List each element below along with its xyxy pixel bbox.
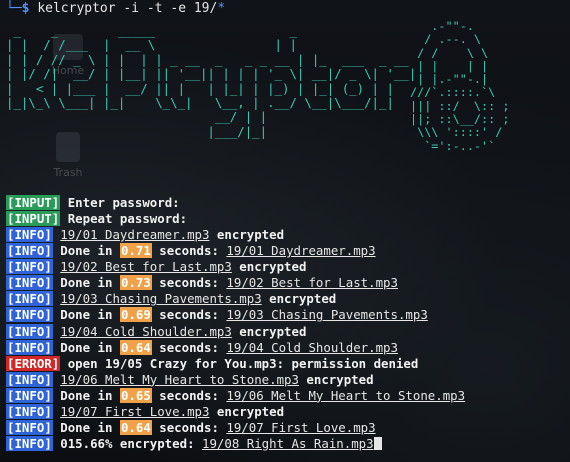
log-message: encrypted <box>231 323 307 339</box>
info-tag: [INFO] <box>6 435 53 451</box>
info-tag: [INFO] <box>6 275 53 291</box>
info-tag: [INFO] <box>6 291 53 307</box>
file-path: 19/07 First Love.mp3 <box>226 419 376 435</box>
file-path: 19/06 Melt My Heart to Stone.mp3 <box>226 387 466 403</box>
log-line: [INFO] 19/04 Cold Shoulder.mp3 encrypted <box>6 323 566 340</box>
error-tag: [ERROR] <box>6 355 61 371</box>
prompt-corner: └─ <box>6 1 22 16</box>
log-line: [INFO] Done in 0.71 seconds: 19/01 Daydr… <box>6 243 566 259</box>
log-line: [INFO] 19/01 Daydreamer.mp3 encrypted <box>6 227 566 243</box>
elapsed-seconds: 0.73 <box>119 275 152 291</box>
log-message: Repeat password: <box>67 211 188 227</box>
log-message: Done in <box>60 419 120 435</box>
log-message: seconds: <box>151 307 227 323</box>
info-tag: [INFO] <box>6 339 53 355</box>
log-message: seconds: <box>151 387 227 403</box>
info-tag: [INFO] <box>6 387 53 403</box>
file-path: 19/01 Daydreamer.mp3 <box>226 243 376 259</box>
elapsed-seconds: 0.69 <box>119 307 152 323</box>
elapsed-seconds: 0.71 <box>119 243 152 259</box>
log-message: encrypted <box>261 291 337 307</box>
log-message: 015.66% encrypted: <box>60 435 202 451</box>
info-tag: [INFO] <box>6 403 53 419</box>
log-line: [INFO] Done in 0.65 seconds: 19/06 Melt … <box>6 387 566 404</box>
file-path: 19/04 Cold Shoulder.mp3 <box>60 323 232 339</box>
log-message: seconds: <box>151 339 227 355</box>
file-path: 19/03 Chasing Pavements.mp3 <box>226 307 428 323</box>
info-tag: [INFO] <box>6 419 53 435</box>
log-line: [ERROR] open 19/05 Crazy for You.mp3: pe… <box>6 355 566 372</box>
file-path: 19/07 First Love.mp3 <box>60 403 210 419</box>
elapsed-seconds: 0.65 <box>119 387 152 403</box>
kelcryptor-ascii-banner: _ _ _____ _ | | / /___ | __ \ | | | | / … <box>6 23 417 139</box>
info-tag: [INFO] <box>6 243 53 259</box>
padlock-ascii-art: .-""-. / .--. \ / / \ \ | | | | | |.-""-… <box>410 19 510 153</box>
file-path: 19/02 Best for Last.mp3 <box>60 259 232 275</box>
info-tag: [INFO] <box>6 227 53 243</box>
file-path: 19/02 Best for Last.mp3 <box>226 275 398 291</box>
command-name: kelcryptor <box>37 1 116 16</box>
log-line: [INFO] 19/03 Chasing Pavements.mp3 encry… <box>6 291 566 307</box>
terminal-cursor <box>373 436 382 450</box>
log-line: [INFO] 19/07 First Love.mp3 encrypted <box>6 403 566 420</box>
terminal-window[interactable]: └─$ kelcryptor -i -t -e 19/* _ _ _____ _… <box>0 0 570 462</box>
log-message: Enter password: <box>67 195 180 210</box>
log-message: Done in <box>60 243 120 259</box>
file-path: 19/06 Melt My Heart to Stone.mp3 <box>60 371 299 387</box>
log-line: [INFO] Done in 0.64 seconds: 19/07 First… <box>6 419 566 436</box>
file-path: 19/08 Right As Rain.mp3 <box>202 435 374 451</box>
log-line: [INFO] 015.66% encrypted: 19/08 Right As… <box>6 435 566 452</box>
log-message: Done in <box>60 307 120 323</box>
log-message: Done in <box>60 275 120 291</box>
input-tag: [INPUT] <box>6 211 61 227</box>
log-message: Done in <box>60 387 120 403</box>
elapsed-seconds: 0.64 <box>119 419 152 435</box>
log-message: Done in <box>60 339 120 355</box>
terminal-output-log: [INPUT] Enter password: [INPUT] Repeat pa… <box>6 195 566 452</box>
log-message: encrypted <box>231 259 307 275</box>
log-line: [INFO] Done in 0.69 seconds: 19/03 Chasi… <box>6 307 566 323</box>
file-path: 19/01 Daydreamer.mp3 <box>60 227 210 243</box>
log-line: [INFO] 19/02 Best for Last.mp3 encrypted <box>6 259 566 275</box>
log-message: encrypted <box>298 371 374 387</box>
log-message: encrypted <box>209 227 285 243</box>
input-tag: [INPUT] <box>6 195 61 210</box>
log-line: [INFO] 19/06 Melt My Heart to Stone.mp3 … <box>6 371 566 388</box>
log-message: encrypted <box>209 403 285 419</box>
log-line: [INFO] Done in 0.64 seconds: 19/04 Cold … <box>6 339 566 356</box>
info-tag: [INFO] <box>6 323 53 339</box>
log-message: seconds: <box>151 275 227 291</box>
file-path: 19/03 Chasing Pavements.mp3 <box>60 291 262 307</box>
log-message: seconds: <box>151 243 227 259</box>
log-line: [INPUT] Repeat password: <box>6 211 566 227</box>
file-path: 19/04 Cold Shoulder.mp3 <box>226 339 398 355</box>
log-message: open 19/05 Crazy for You.mp3: permission… <box>67 355 419 371</box>
elapsed-seconds: 0.64 <box>119 339 152 355</box>
info-tag: [INFO] <box>6 371 53 387</box>
command-prompt-line: └─$ kelcryptor -i -t -e 19/* <box>6 0 225 18</box>
info-tag: [INFO] <box>6 307 53 323</box>
log-line: [INFO] Done in 0.73 seconds: 19/02 Best … <box>6 275 566 291</box>
prompt-symbol: $ <box>21 1 30 16</box>
command-arguments: -i -t -e 19/ <box>115 1 218 16</box>
info-tag: [INFO] <box>6 259 53 275</box>
log-line: [INPUT] Enter password: <box>6 195 566 211</box>
command-glob: * <box>217 1 226 16</box>
log-message: seconds: <box>151 419 227 435</box>
